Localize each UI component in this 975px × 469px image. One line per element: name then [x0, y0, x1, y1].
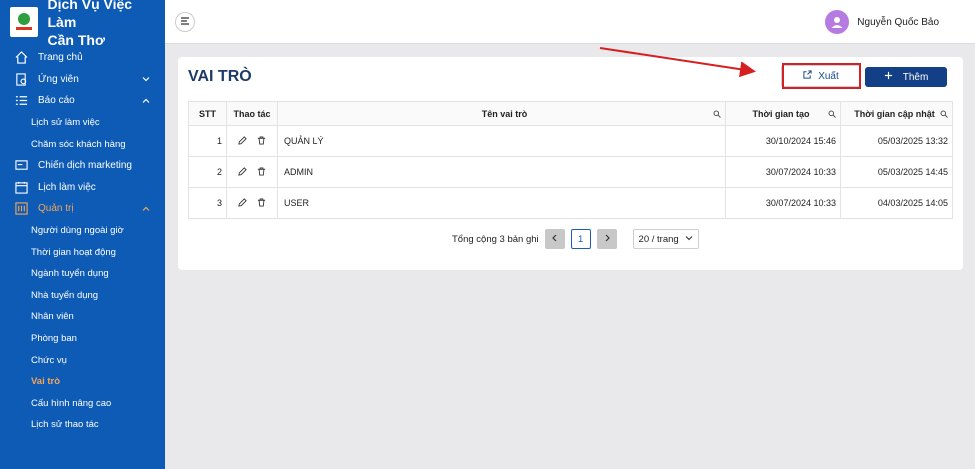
- column-header-name-label: Tên vai trò: [481, 108, 528, 119]
- chevron-up-icon: [141, 204, 151, 214]
- home-icon: [14, 51, 28, 65]
- sidebar-item-label: Ứng viên: [38, 73, 79, 85]
- sidebar-item-label: Quản trị: [38, 203, 74, 215]
- calendar-icon: [14, 180, 28, 194]
- prev-page-button[interactable]: [544, 229, 565, 249]
- current-page-button[interactable]: 1: [570, 229, 591, 249]
- edit-icon[interactable]: [238, 166, 247, 178]
- sidebar-subitem-action-history[interactable]: Lịch sử thao tác: [0, 414, 165, 436]
- sidebar-subitem-operating-time[interactable]: Thời gian hoạt động: [0, 241, 165, 263]
- menu-icon: [180, 13, 190, 31]
- highlight-box: [782, 63, 861, 89]
- brand-title-line1: Dịch Vụ Việc Làm: [47, 0, 133, 30]
- column-header-name[interactable]: Tên vai trò: [277, 101, 726, 126]
- campaign-icon: [14, 159, 28, 173]
- delete-icon[interactable]: [257, 166, 266, 178]
- column-header-updated[interactable]: Thời gian cập nhật: [840, 101, 953, 126]
- edit-icon[interactable]: [238, 135, 247, 147]
- cell-updated: 04/03/2025 14:05: [840, 187, 953, 219]
- cell-stt: 1: [188, 125, 227, 157]
- chevron-down-icon: [685, 234, 693, 245]
- delete-icon[interactable]: [257, 197, 266, 209]
- sidebar-subitem-departments[interactable]: Phòng ban: [0, 328, 165, 350]
- sidebar-item-label: Báo cáo: [38, 95, 75, 107]
- sidebar-item-label: Trang chủ: [38, 52, 83, 64]
- menu-toggle-button[interactable]: [175, 12, 195, 32]
- add-button[interactable]: Thêm: [865, 67, 947, 87]
- sidebar: Dịch Vụ Việc Làm Cần Thơ Trang chủ Ứng v…: [0, 0, 165, 469]
- chevron-right-icon: [603, 234, 611, 245]
- avatar: [825, 10, 850, 34]
- brand-title: Dịch Vụ Việc Làm Cần Thơ: [48, 0, 156, 49]
- table-row: 3 USER 30/07/2024 10:33 04/03/2025 14:05: [188, 187, 953, 219]
- page-size-select[interactable]: 20 / trang: [632, 229, 699, 249]
- sidebar-item-label: Lịch làm việc: [38, 181, 96, 193]
- sidebar-item-label: Chiến dịch marketing: [38, 160, 132, 172]
- roles-table: STT Thao tác Tên vai trò Thời gian tạo T…: [188, 101, 953, 219]
- cell-name: ADMIN: [277, 156, 726, 188]
- chevron-left-icon: [551, 234, 559, 245]
- search-icon[interactable]: [713, 110, 721, 118]
- search-icon[interactable]: [828, 110, 836, 118]
- brand-title-line2: Cần Thơ: [47, 32, 105, 48]
- chevron-down-icon: [141, 74, 151, 84]
- list-icon: [14, 94, 28, 108]
- cell-name: USER: [277, 187, 726, 219]
- sidebar-item-marketing[interactable]: Chiến dịch marketing: [0, 155, 165, 177]
- logo: [10, 7, 38, 37]
- column-header-updated-label: Thời gian cập nhật: [854, 108, 935, 119]
- cell-updated: 05/03/2025 14:45: [840, 156, 953, 188]
- cell-created: 30/10/2024 15:46: [725, 125, 841, 157]
- cell-name: QUẢN LÝ: [277, 125, 726, 157]
- page-title: VAI TRÒ: [188, 68, 252, 85]
- column-header-created[interactable]: Thời gian tạo: [725, 101, 841, 126]
- user-name: Nguyễn Quốc Bảo: [857, 16, 939, 28]
- sidebar-item-admin[interactable]: Quản trị: [0, 198, 165, 220]
- cell-actions: [226, 156, 278, 188]
- sidebar-item-candidates[interactable]: Ứng viên: [0, 69, 165, 91]
- content-card: VAI TRÒ Xuất Thêm STT Thao tác Tên vai t…: [178, 57, 963, 270]
- sidebar-subitem-advanced-config[interactable]: Cấu hình nâng cao: [0, 393, 165, 415]
- chevron-up-icon: [141, 96, 151, 106]
- column-header-stt: STT: [188, 101, 227, 126]
- sidebar-subitem-customer-care[interactable]: Chăm sóc khách hàng: [0, 133, 165, 155]
- cell-stt: 2: [188, 156, 227, 188]
- sidebar-item-home[interactable]: Trang chủ: [0, 47, 165, 69]
- candidate-icon: [14, 72, 28, 86]
- cell-actions: [226, 125, 278, 157]
- sidebar-subitem-industries[interactable]: Ngành tuyển dụng: [0, 263, 165, 285]
- total-records: Tổng cộng 3 bản ghi: [452, 233, 539, 245]
- edit-icon[interactable]: [238, 197, 247, 209]
- brand[interactable]: Dịch Vụ Việc Làm Cần Thơ: [0, 0, 165, 48]
- topbar: Nguyễn Quốc Bảo: [165, 0, 975, 44]
- add-label: Thêm: [902, 71, 929, 83]
- cell-actions: [226, 187, 278, 219]
- sidebar-nav: Trang chủ Ứng viên Báo cáo Lịch sử làm v…: [0, 47, 165, 436]
- plus-icon: [884, 71, 893, 83]
- sidebar-subitem-positions[interactable]: Chức vụ: [0, 349, 165, 371]
- sidebar-subitem-roles[interactable]: Vai trò: [0, 371, 165, 393]
- sidebar-subitem-work-history[interactable]: Lịch sử làm việc: [0, 112, 165, 134]
- delete-icon[interactable]: [257, 135, 266, 147]
- page-size-value: 20 / trang: [638, 233, 679, 245]
- cell-created: 30/07/2024 10:33: [725, 156, 841, 188]
- search-icon[interactable]: [940, 110, 948, 118]
- admin-icon: [14, 202, 28, 216]
- table-row: 2 ADMIN 30/07/2024 10:33 05/03/2025 14:4…: [188, 156, 953, 188]
- sidebar-item-schedule[interactable]: Lịch làm việc: [0, 177, 165, 199]
- cell-updated: 05/03/2025 13:32: [840, 125, 953, 157]
- column-header-actions: Thao tác: [226, 101, 278, 126]
- table-row: 1 QUẢN LÝ 30/10/2024 15:46 05/03/2025 13…: [188, 125, 953, 157]
- cell-stt: 3: [188, 187, 227, 219]
- next-page-button[interactable]: [596, 229, 617, 249]
- column-header-created-label: Thời gian tạo: [752, 108, 810, 119]
- sidebar-subitem-employers[interactable]: Nhà tuyển dụng: [0, 285, 165, 307]
- sidebar-subitem-staff[interactable]: Nhân viên: [0, 306, 165, 328]
- cell-created: 30/07/2024 10:33: [725, 187, 841, 219]
- pagination: Tổng cộng 3 bản ghi 1 20 / trang: [452, 229, 699, 249]
- table-header-row: STT Thao tác Tên vai trò Thời gian tạo T…: [188, 101, 953, 126]
- user-menu[interactable]: Nguyễn Quốc Bảo: [825, 10, 939, 34]
- sidebar-item-reports[interactable]: Báo cáo: [0, 90, 165, 112]
- sidebar-subitem-after-hours-users[interactable]: Người dùng ngoài giờ: [0, 220, 165, 242]
